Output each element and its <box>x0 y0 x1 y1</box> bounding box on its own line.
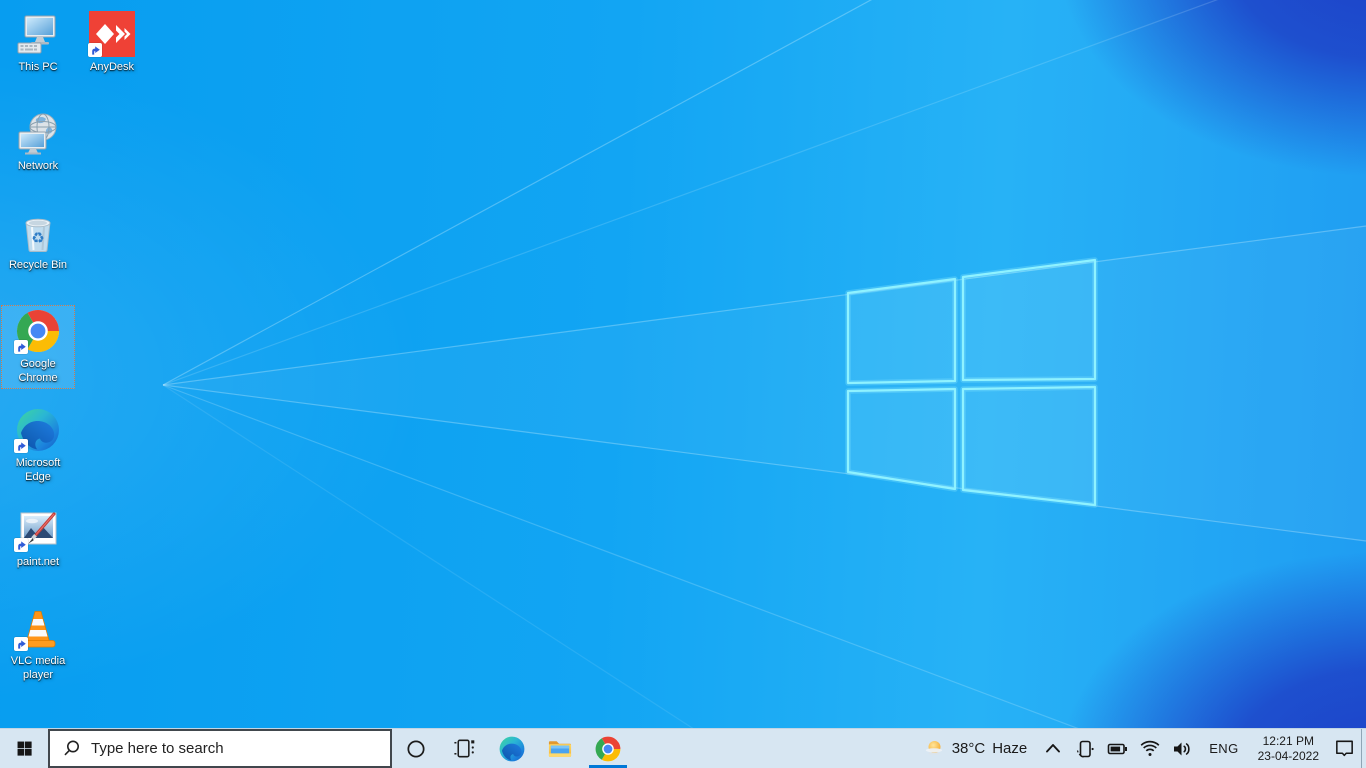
recycle-bin-icon: ♻ <box>14 208 62 256</box>
svg-text:♻: ♻ <box>31 229 44 247</box>
file-explorer-button[interactable] <box>536 729 584 768</box>
desktop-icon-label: Google Chrome <box>2 357 74 385</box>
desktop-icon-this-pc[interactable]: This PC <box>1 8 75 78</box>
search-icon <box>62 739 81 758</box>
weather-widget[interactable]: 38°C Haze <box>914 729 1038 768</box>
google-chrome-icon <box>595 736 621 762</box>
desktop-icon-label: paint.net <box>17 555 59 569</box>
desktop-icon-vlc[interactable]: VLC media player <box>1 602 75 686</box>
desktop-icon-microsoft-edge[interactable]: Microsoft Edge <box>1 404 75 488</box>
desktop-icon-recycle-bin[interactable]: ♻ Recycle Bin <box>1 206 75 276</box>
tray-overflow-button[interactable] <box>1037 729 1069 768</box>
desktop-icon-label: VLC media player <box>2 654 74 682</box>
battery-button[interactable] <box>1101 729 1134 768</box>
taskbar-clock[interactable]: 12:21 PM 23-04-2022 <box>1249 729 1328 768</box>
shortcut-arrow-icon <box>14 637 28 651</box>
action-center-button[interactable] <box>1328 729 1361 768</box>
weather-condition: Haze <box>992 740 1027 757</box>
wifi-icon <box>1139 738 1161 760</box>
anydesk-icon <box>88 10 136 58</box>
search-input[interactable] <box>89 739 390 758</box>
system-tray: 38°C Haze <box>914 729 1366 768</box>
volume-icon <box>1171 738 1194 760</box>
clock-time: 12:21 PM <box>1263 734 1314 749</box>
battery-icon <box>1106 738 1129 760</box>
volume-button[interactable] <box>1166 729 1199 768</box>
start-button[interactable] <box>0 729 48 768</box>
this-pc-icon <box>14 10 62 58</box>
desktop-icon-paint-net[interactable]: paint.net <box>1 503 75 573</box>
wallpaper-art <box>0 0 1366 728</box>
desktop-icon-network[interactable]: Network <box>1 107 75 177</box>
task-view-button[interactable] <box>440 729 488 768</box>
clock-date: 23-04-2022 <box>1258 749 1319 764</box>
cortana-icon <box>404 737 428 761</box>
file-explorer-icon <box>547 736 573 762</box>
taskbar-chrome-button[interactable] <box>584 729 632 768</box>
microsoft-edge-icon <box>499 736 525 762</box>
network-icon <box>14 109 62 157</box>
desktop-icon-label: Microsoft Edge <box>2 456 74 484</box>
taskbar: 38°C Haze <box>0 728 1366 768</box>
windows-desktop: This PC AnyDesk <box>0 0 1366 768</box>
desktop-icon-google-chrome[interactable]: Google Chrome <box>1 305 75 389</box>
network-button[interactable] <box>1134 729 1166 768</box>
desktop-icon-anydesk[interactable]: AnyDesk <box>75 8 149 78</box>
language-indicator[interactable]: ENG <box>1199 729 1248 768</box>
desktop-icon-label: AnyDesk <box>90 60 134 74</box>
your-phone-button[interactable] <box>1069 729 1101 768</box>
google-chrome-icon <box>14 307 62 355</box>
windows-start-icon <box>16 740 33 757</box>
show-desktop-strip[interactable] <box>1361 729 1366 768</box>
cortana-button[interactable] <box>392 729 440 768</box>
sun-haze-icon <box>924 738 945 759</box>
desktop-icon-label: Network <box>18 159 58 173</box>
shortcut-arrow-icon <box>14 340 28 354</box>
weather-temperature: 38°C <box>952 740 986 757</box>
vlc-icon <box>14 604 62 652</box>
paint-net-icon <box>14 505 62 553</box>
your-phone-icon <box>1074 738 1096 760</box>
shortcut-arrow-icon <box>14 439 28 453</box>
chevron-up-icon <box>1042 738 1064 760</box>
task-view-icon <box>452 736 477 761</box>
microsoft-edge-icon <box>14 406 62 454</box>
taskbar-edge-button[interactable] <box>488 729 536 768</box>
shortcut-arrow-icon <box>14 538 28 552</box>
action-center-icon <box>1333 737 1356 760</box>
taskbar-search[interactable] <box>48 729 392 768</box>
desktop-icon-label: Recycle Bin <box>9 258 67 272</box>
desktop-icon-label: This PC <box>18 60 57 74</box>
desktop-wallpaper[interactable] <box>0 0 1366 728</box>
shortcut-arrow-icon <box>88 43 102 57</box>
